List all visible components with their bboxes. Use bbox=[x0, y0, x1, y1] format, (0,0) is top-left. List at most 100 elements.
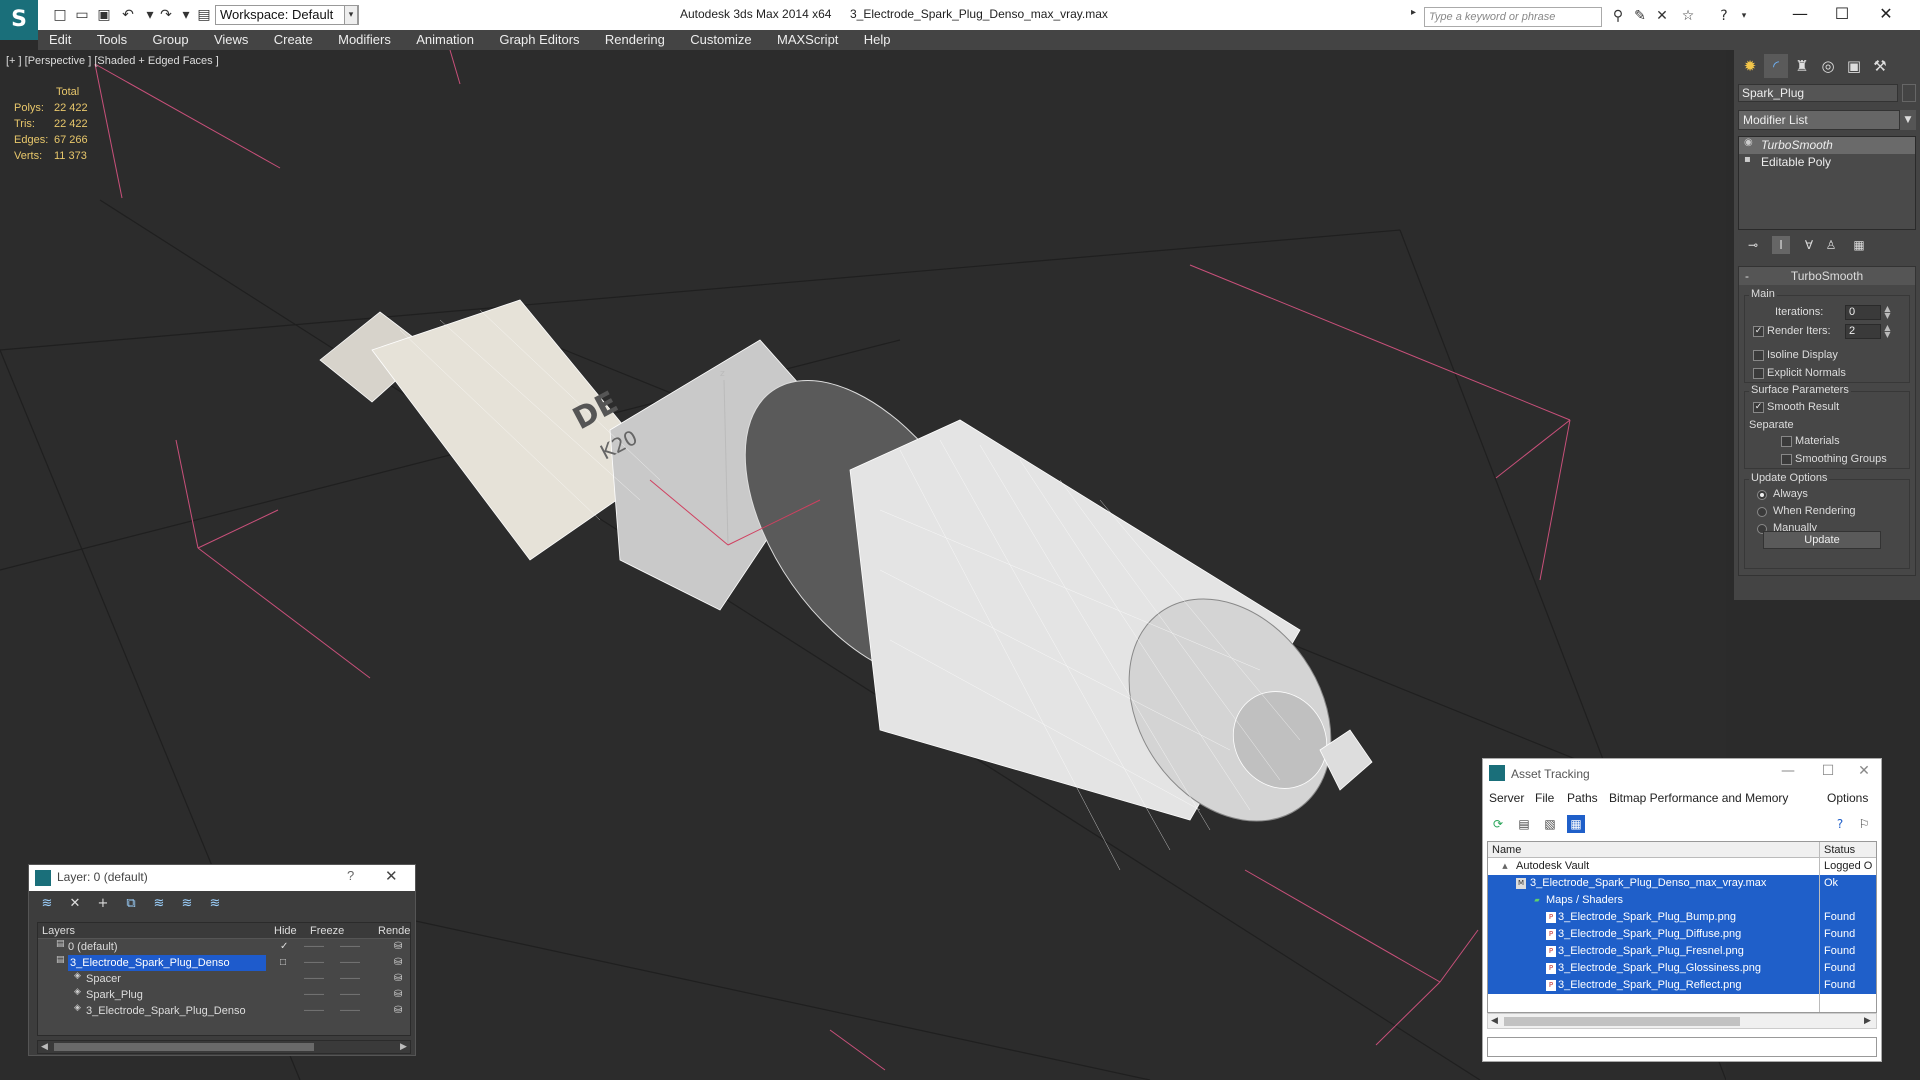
horizontal-scrollbar[interactable]: ◀ ▶ bbox=[37, 1040, 411, 1054]
menu-tools[interactable]: Tools bbox=[86, 30, 138, 50]
app-logo-icon[interactable]: S bbox=[0, 0, 38, 40]
select-objects-icon[interactable]: ⧉ bbox=[121, 895, 141, 913]
create-layer-icon[interactable]: ≋ bbox=[37, 895, 57, 913]
horizontal-scrollbar[interactable]: ◀ ▶ bbox=[1487, 1013, 1877, 1029]
remove-modifier-icon[interactable]: ♙ bbox=[1822, 236, 1840, 254]
menu-group[interactable]: Group bbox=[141, 30, 199, 50]
render-toggle-icon[interactable]: ⛁ bbox=[394, 939, 402, 955]
active-check-icon[interactable]: ✓ bbox=[280, 939, 288, 955]
collapse-icon[interactable]: - bbox=[1745, 267, 1749, 285]
help-icon[interactable]: ? bbox=[1831, 815, 1849, 833]
menu-views[interactable]: Views bbox=[203, 30, 259, 50]
explicit-normals-checkbox[interactable] bbox=[1753, 368, 1764, 379]
object-color-swatch[interactable] bbox=[1902, 84, 1916, 102]
freeze-toggle[interactable]: —— bbox=[340, 955, 360, 971]
asset-dialog-titlebar[interactable]: Asset Tracking — ☐ ✕ bbox=[1483, 759, 1881, 787]
render-toggle-icon[interactable]: ⛁ bbox=[394, 971, 402, 987]
smoothing-groups-checkbox[interactable] bbox=[1781, 454, 1792, 465]
spark-plug-model[interactable]: DE K20 z bbox=[319, 299, 1373, 871]
isoline-display-checkbox[interactable] bbox=[1753, 350, 1764, 361]
always-radio[interactable] bbox=[1757, 490, 1767, 500]
hierarchy-tab-icon[interactable]: ♜ bbox=[1790, 54, 1814, 78]
expand-plus-icon[interactable]: ▪ bbox=[1744, 154, 1751, 165]
search-expand-icon[interactable]: ▸ bbox=[1411, 7, 1423, 25]
open-icon[interactable]: ▭ bbox=[72, 5, 92, 25]
column-status[interactable]: Status bbox=[1824, 842, 1855, 858]
asset-row-map[interactable]: P 3_Electrode_Spark_Plug_Glossiness.png … bbox=[1488, 960, 1876, 977]
spinner-arrows-icon[interactable]: ▲ ▼ bbox=[1883, 305, 1892, 320]
redo-dropdown-icon[interactable]: ▾ bbox=[176, 5, 196, 25]
motion-tab-icon[interactable]: ◎ bbox=[1816, 54, 1840, 78]
menu-options[interactable]: Options bbox=[1827, 791, 1868, 805]
close-button[interactable]: ✕ bbox=[1866, 2, 1906, 26]
search-input[interactable]: Type a keyword or phrase bbox=[1424, 7, 1602, 27]
save-icon[interactable]: ▣ bbox=[94, 5, 114, 25]
new-icon[interactable]: □ bbox=[50, 5, 70, 25]
asset-row-vault[interactable]: ▲ Autodesk Vault Logged O bbox=[1488, 858, 1876, 875]
freeze-toggle[interactable]: —— bbox=[340, 1003, 360, 1019]
menu-edit[interactable]: Edit bbox=[38, 30, 82, 50]
layer-dialog-titlebar[interactable]: Layer: 0 (default) ? ✕ bbox=[29, 865, 415, 891]
utilities-tab-icon[interactable]: ⚒ bbox=[1868, 54, 1892, 78]
asset-row-map[interactable]: P 3_Electrode_Spark_Plug_Fresnel.png Fou… bbox=[1488, 943, 1876, 960]
asset-row-map[interactable]: P 3_Electrode_Spark_Plug_Bump.png Found bbox=[1488, 909, 1876, 926]
undo-icon[interactable]: ↶ bbox=[118, 5, 138, 25]
add-to-layer-icon[interactable]: + bbox=[93, 895, 113, 913]
create-tab-icon[interactable]: ✹ bbox=[1738, 54, 1762, 78]
infocenter-icon[interactable]: ✎ bbox=[1630, 6, 1650, 26]
thumbnail-view-icon[interactable]: ▧ bbox=[1541, 815, 1559, 833]
scroll-left-icon[interactable]: ◀ bbox=[1491, 1015, 1498, 1027]
menu-animation[interactable]: Animation bbox=[405, 30, 485, 50]
scroll-left-icon[interactable]: ◀ bbox=[41, 1041, 48, 1053]
workspace-arrow-icon[interactable]: ▾ bbox=[344, 5, 358, 25]
column-freeze[interactable]: Freeze bbox=[310, 923, 344, 939]
hide-all-icon[interactable]: ≋ bbox=[177, 895, 197, 913]
render-toggle-icon[interactable]: ⛁ bbox=[394, 1003, 402, 1019]
minimize-button[interactable]: — bbox=[1780, 2, 1820, 26]
binoculars-icon[interactable]: ⚲ bbox=[1608, 6, 1628, 26]
hide-toggle[interactable]: —— bbox=[304, 955, 324, 971]
stack-item-editable-poly[interactable]: ▪ Editable Poly bbox=[1739, 154, 1915, 171]
maximize-button[interactable]: ☐ bbox=[1813, 763, 1843, 779]
modifier-list-dropdown[interactable]: Modifier List bbox=[1738, 110, 1900, 130]
materials-checkbox[interactable] bbox=[1781, 436, 1792, 447]
smooth-result-checkbox[interactable]: ✓ bbox=[1753, 402, 1764, 413]
freeze-all-icon[interactable]: ≋ bbox=[205, 895, 225, 913]
menu-server[interactable]: Server bbox=[1489, 791, 1524, 805]
render-iters-spinner[interactable]: 2 bbox=[1845, 324, 1881, 339]
hide-toggle[interactable]: —— bbox=[304, 987, 324, 1003]
layer-row[interactable]: ◈ 3_Electrode_Spark_Plug_Denso —— —— ⛁ bbox=[38, 1003, 410, 1019]
layer-row[interactable]: ▤ 0 (default) ✓ —— —— ⛁ bbox=[38, 939, 410, 955]
favorites-icon[interactable]: ✕ bbox=[1652, 6, 1672, 26]
asset-row-maps[interactable]: ▰ Maps / Shaders bbox=[1488, 892, 1876, 909]
scroll-right-icon[interactable]: ▶ bbox=[400, 1041, 407, 1053]
scrollbar-thumb[interactable] bbox=[54, 1043, 314, 1051]
menu-paths[interactable]: Paths bbox=[1567, 791, 1598, 805]
menu-modifiers[interactable]: Modifiers bbox=[327, 30, 402, 50]
layer-row[interactable]: ▤ 3_Electrode_Spark_Plug_Denso □ —— —— ⛁ bbox=[38, 955, 410, 971]
chevron-down-icon[interactable]: ▼ bbox=[1900, 110, 1916, 130]
rollout-header[interactable]: - TurboSmooth bbox=[1739, 267, 1915, 285]
menu-rendering[interactable]: Rendering bbox=[594, 30, 676, 50]
hide-toggle[interactable]: —— bbox=[304, 971, 324, 987]
hide-toggle[interactable]: —— bbox=[304, 1003, 324, 1019]
make-unique-icon[interactable]: ∀ bbox=[1800, 236, 1818, 254]
render-toggle-icon[interactable]: ⛁ bbox=[394, 955, 402, 971]
configure-sets-icon[interactable]: ▦ bbox=[1850, 236, 1868, 254]
project-folder-icon[interactable]: ▤ bbox=[194, 5, 214, 25]
asset-row-map[interactable]: P 3_Electrode_Spark_Plug_Reflect.png Fou… bbox=[1488, 977, 1876, 994]
menu-file[interactable]: File bbox=[1535, 791, 1554, 805]
freeze-toggle[interactable]: —— bbox=[340, 971, 360, 987]
menu-graph-editors[interactable]: Graph Editors bbox=[488, 30, 590, 50]
stack-item-turbosmooth[interactable]: ◉ TurboSmooth bbox=[1739, 137, 1915, 154]
pin-stack-icon[interactable]: ⊸ bbox=[1744, 236, 1762, 254]
context-help-icon[interactable]: ⚐ bbox=[1855, 815, 1873, 833]
menu-customize[interactable]: Customize bbox=[679, 30, 762, 50]
star-icon[interactable]: ☆ bbox=[1678, 6, 1698, 26]
column-layers[interactable]: Layers bbox=[42, 923, 75, 939]
hide-toggle[interactable]: —— bbox=[304, 939, 324, 955]
layer-row[interactable]: ◈ Spark_Plug —— —— ⛁ bbox=[38, 987, 410, 1003]
scroll-right-icon[interactable]: ▶ bbox=[1864, 1015, 1871, 1027]
column-hide[interactable]: Hide bbox=[274, 923, 297, 939]
help-icon[interactable]: ? bbox=[347, 868, 354, 883]
